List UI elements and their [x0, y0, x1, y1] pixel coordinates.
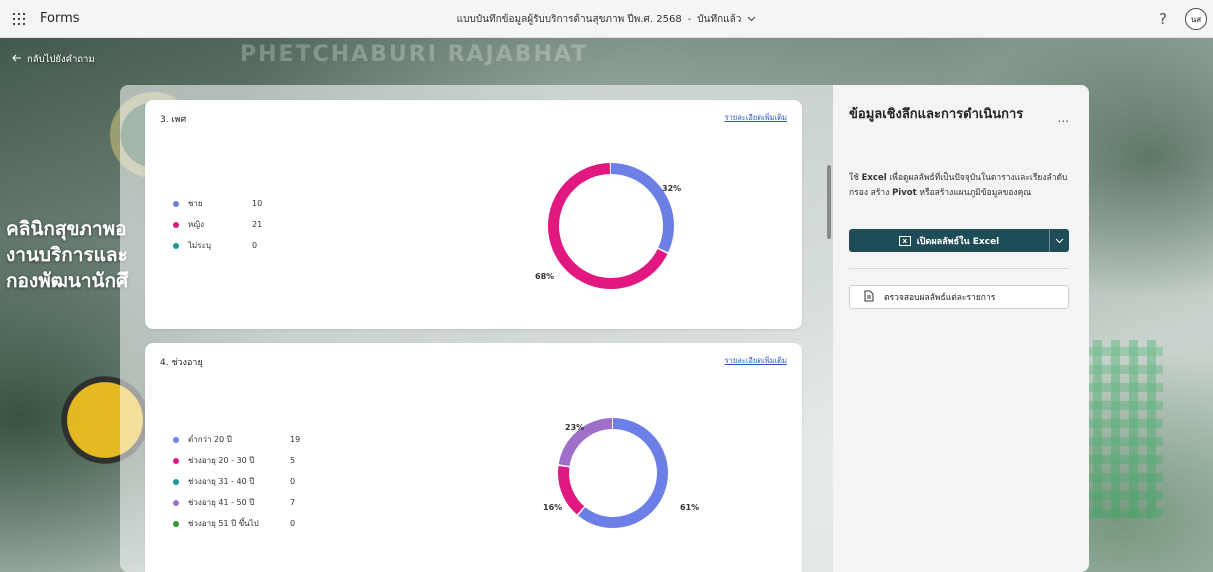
legend-count: 5 — [290, 456, 296, 465]
legend-dot — [173, 499, 179, 506]
legend-dot — [173, 200, 179, 207]
legend-label: ไม่ระบุ — [188, 241, 211, 250]
question-title: 4. ช่วงอายุ — [160, 358, 203, 368]
review-responses-button[interactable]: ตรวจสอบผลลัพธ์แต่ละรายการ — [849, 285, 1069, 309]
legend-dot — [173, 457, 179, 464]
legend-dot — [173, 478, 179, 485]
divider — [849, 268, 1069, 269]
chart-legend: ต่ำกว่า 20 ปี 19 ช่วงอายุ 20 - 30 ปี 5 ช… — [173, 429, 300, 534]
legend-item: ช่วงอายุ 31 - 40 ปี 0 — [173, 471, 300, 492]
top-bar: Forms แบบบันทึกข้อมูลผู้รับบริการด้านสุข… — [0, 0, 1213, 38]
chevron-down-icon[interactable] — [1049, 229, 1069, 252]
gender-donut-chart — [548, 163, 674, 289]
legend-item: ชาย 10 — [173, 193, 262, 214]
background-text-line-3: กองพัฒนานักศึ — [6, 270, 129, 292]
help-icon[interactable]: ? — [1159, 10, 1167, 28]
open-in-excel-button[interactable]: x เปิดผลลัพธ์ใน Excel — [849, 229, 1069, 252]
legend-count: 0 — [252, 241, 258, 250]
scrollbar[interactable] — [827, 165, 831, 239]
question-card-age: 4. ช่วงอายุ รายละเอียดเพิ่มเติม ต่ำกว่า … — [145, 343, 802, 572]
avatar[interactable]: นส — [1185, 8, 1207, 30]
legend-dot — [173, 221, 179, 228]
document-title-bar: แบบบันทึกข้อมูลผู้รับบริการด้านสุขภาพ ปี… — [0, 0, 1213, 38]
donut-label-under-20: 61% — [680, 503, 700, 512]
legend-count: 21 — [252, 220, 263, 229]
legend-count: 7 — [290, 498, 296, 507]
excel-icon: x — [898, 235, 911, 246]
desc-pivot: Pivot — [892, 188, 917, 198]
legend-item: หญิง 21 — [173, 214, 262, 235]
legend-label: ชาย — [188, 199, 203, 208]
donut-label-41-50: 23% — [565, 423, 585, 432]
more-details-link[interactable]: รายละเอียดเพิ่มเติม — [725, 355, 787, 367]
legend-item: ช่วงอายุ 20 - 30 ปี 5 — [173, 450, 300, 471]
more-details-link[interactable]: รายละเอียดเพิ่มเติม — [725, 112, 787, 124]
donut-label-female: 68% — [535, 272, 555, 281]
back-to-questions-link[interactable]: กลับไปยังคำถาม — [12, 52, 95, 67]
legend-count: 19 — [290, 435, 301, 444]
legend-label: ช่วงอายุ 31 - 40 ปี — [188, 477, 255, 486]
donut-label-20-30: 16% — [543, 503, 563, 512]
legend-label: ต่ำกว่า 20 ปี — [188, 435, 232, 444]
donut-label-male: 32% — [662, 184, 682, 193]
results-panel: 3. เพศ รายละเอียดเพิ่มเติม ชาย 10 หญิง 2… — [120, 85, 1089, 572]
legend-label: ช่วงอายุ 20 - 30 ปี — [188, 456, 255, 465]
desc-excel: Excel — [861, 173, 887, 183]
legend-label: หญิง — [188, 220, 204, 229]
chart-legend: ชาย 10 หญิง 21 ไม่ระบุ 0 — [173, 193, 262, 256]
legend-label: ช่วงอายุ 51 ปี ขึ้นไป — [188, 519, 259, 528]
background-brand-text: PHETCHABURI RAJABHAT — [240, 42, 589, 67]
document-icon — [864, 290, 874, 305]
legend-dot — [173, 520, 179, 527]
more-options-icon[interactable]: ... — [1058, 111, 1069, 125]
review-responses-label: ตรวจสอบผลลัพธ์แต่ละรายการ — [884, 293, 996, 303]
legend-item: ช่วงอายุ 41 - 50 ปี 7 — [173, 492, 300, 513]
age-donut-chart — [558, 418, 668, 528]
insights-description: ใช้ Excel เพื่อดูผลลัพธ์ที่เป็นปัจจุบันใ… — [849, 171, 1074, 201]
legend-item: ต่ำกว่า 20 ปี 19 — [173, 429, 300, 450]
legend-count: 10 — [252, 199, 263, 208]
chevron-down-icon[interactable] — [747, 14, 756, 25]
legend-dot — [173, 242, 179, 249]
title-separator: - — [687, 13, 692, 25]
open-in-excel-label: เปิดผลลัพธ์ใน Excel — [916, 236, 1000, 247]
question-title: 3. เพศ — [160, 115, 187, 125]
legend-dot — [173, 436, 179, 443]
desc-text: หรือสร้างแผนภูมิข้อมูลของคุณ — [916, 188, 1032, 198]
open-in-excel-main[interactable]: x เปิดผลลัพธ์ใน Excel — [849, 229, 1049, 252]
app-launcher-icon[interactable] — [0, 0, 38, 38]
question-card-gender: 3. เพศ รายละเอียดเพิ่มเติม ชาย 10 หญิง 2… — [145, 100, 802, 329]
legend-count: 0 — [290, 477, 296, 486]
back-label: กลับไปยังคำถาม — [27, 54, 95, 65]
legend-label: ช่วงอายุ 41 - 50 ปี — [188, 498, 255, 507]
document-title[interactable]: แบบบันทึกข้อมูลผู้รับบริการด้านสุขภาพ ปี… — [457, 12, 682, 27]
insights-pane: ข้อมูลเชิงลึกและการดำเนินการ ... ใช้ Exc… — [827, 85, 1089, 572]
legend-item: ไม่ระบุ 0 — [173, 235, 262, 256]
legend-item: ช่วงอายุ 51 ปี ขึ้นไป 0 — [173, 513, 300, 534]
desc-text: ใช้ — [849, 173, 862, 183]
insights-title: ข้อมูลเชิงลึกและการดำเนินการ — [849, 107, 1024, 122]
arrow-left-icon — [12, 54, 22, 65]
app-name[interactable]: Forms — [40, 11, 80, 26]
save-status[interactable]: บันทึกแล้ว — [697, 12, 741, 27]
legend-count: 0 — [290, 519, 296, 528]
